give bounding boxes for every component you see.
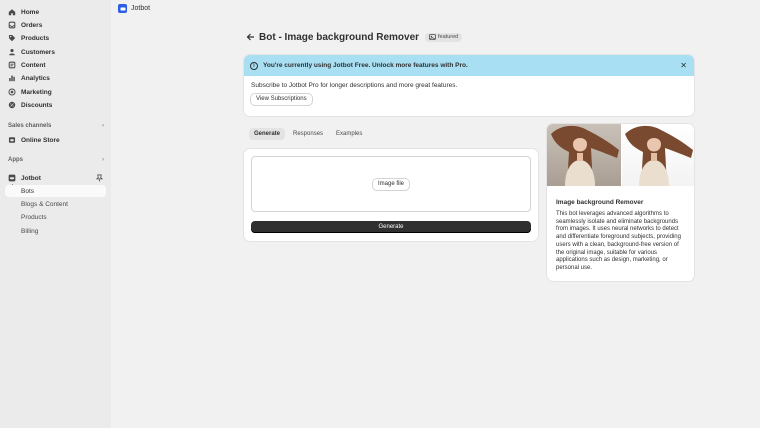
target-icon bbox=[8, 88, 16, 96]
sidebar-subitem-blogs-content[interactable]: Blogs & Content bbox=[5, 198, 106, 210]
pin-icon[interactable] bbox=[96, 174, 103, 182]
banner-body: Subscribe to Jotbot Pro for longer descr… bbox=[244, 76, 694, 111]
featured-badge: featured bbox=[425, 32, 463, 42]
person-icon bbox=[9, 48, 15, 56]
app-name: Jotbot bbox=[131, 5, 151, 12]
sidebar-item-label: Content bbox=[21, 61, 46, 69]
sidebar-item-analytics[interactable]: Analytics bbox=[5, 72, 106, 84]
sidebar-item-label: Orders bbox=[21, 21, 43, 29]
sidebar-item-label: Blogs & Content bbox=[21, 200, 68, 208]
sidebar-item-products[interactable]: Products bbox=[5, 32, 106, 44]
upgrade-banner: i You're currently using Jotbot Free. Un… bbox=[244, 55, 694, 116]
sidebar-item-label: Online Store bbox=[21, 136, 60, 144]
banner-title: You're currently using Jotbot Free. Unlo… bbox=[263, 62, 468, 69]
jotbot-logo-icon bbox=[118, 4, 127, 13]
card-description: This bot leverages advanced algorithms t… bbox=[556, 211, 681, 271]
sidebar-item-marketing[interactable]: Marketing bbox=[5, 86, 106, 98]
sidebar-item-online-store[interactable]: Online Store bbox=[5, 134, 106, 146]
sidebar-item-jotbot[interactable]: Jotbot bbox=[5, 172, 106, 184]
sidebar-item-home[interactable]: Home bbox=[5, 6, 106, 18]
discount-icon bbox=[8, 101, 16, 109]
orders-icon bbox=[8, 21, 16, 29]
sidebar-item-label: Billing bbox=[21, 227, 39, 235]
chevron-right-icon: › bbox=[102, 157, 104, 163]
page-header: Bot - Image background Remover featured bbox=[244, 30, 694, 44]
chart-bar-icon bbox=[9, 75, 15, 82]
back-arrow-icon[interactable] bbox=[244, 31, 256, 43]
sidebar-item-label: Products bbox=[21, 213, 47, 221]
sidebar-item-label: Discounts bbox=[21, 101, 53, 109]
image-dropzone[interactable]: Image file bbox=[251, 156, 531, 212]
content-icon bbox=[8, 61, 16, 69]
sidebar-subitem-products[interactable]: Products bbox=[5, 211, 106, 223]
section-heading-label: Sales channels bbox=[8, 123, 52, 129]
preview-image bbox=[547, 124, 694, 186]
tabs: Generate Responses Examples bbox=[249, 128, 370, 140]
sidebar-item-label: Home bbox=[21, 8, 40, 16]
image-file-button[interactable]: Image file bbox=[372, 178, 409, 190]
sidebar: Home Orders Products Customers Content A… bbox=[0, 0, 111, 428]
tag-icon bbox=[8, 34, 16, 42]
badge-label: featured bbox=[438, 34, 459, 40]
tab-examples[interactable]: Examples bbox=[331, 128, 367, 140]
sidebar-item-label: Jotbot bbox=[21, 174, 41, 182]
sidebar-subitem-bots[interactable]: Bots bbox=[5, 185, 106, 197]
apps-heading[interactable]: Apps › bbox=[8, 155, 104, 165]
sidebar-item-customers[interactable]: Customers bbox=[5, 46, 106, 58]
chevron-right-icon: › bbox=[102, 123, 104, 129]
page-title: Bot - Image background Remover bbox=[259, 31, 420, 43]
sales-channels-heading[interactable]: Sales channels › bbox=[8, 121, 104, 131]
sidebar-item-label: Bots bbox=[21, 187, 35, 195]
sidebar-subitem-billing[interactable]: Billing bbox=[5, 225, 106, 237]
info-icon: i bbox=[250, 61, 258, 70]
tab-responses[interactable]: Responses bbox=[288, 128, 328, 140]
banner-text: Subscribe to Jotbot Pro for longer descr… bbox=[251, 82, 458, 89]
section-heading-label: Apps bbox=[8, 157, 23, 163]
sidebar-item-discounts[interactable]: Discounts bbox=[5, 99, 106, 111]
close-icon[interactable]: ✕ bbox=[680, 61, 687, 70]
view-subscriptions-button[interactable]: View Subscriptions bbox=[251, 94, 312, 105]
sidebar-item-content[interactable]: Content bbox=[5, 59, 106, 71]
badge-icon bbox=[429, 34, 436, 40]
store-icon bbox=[8, 137, 16, 143]
sidebar-item-label: Marketing bbox=[21, 88, 52, 96]
card-title: Image background Remover bbox=[556, 199, 644, 206]
sidebar-item-orders[interactable]: Orders bbox=[5, 19, 106, 31]
sidebar-item-label: Analytics bbox=[21, 74, 50, 82]
jotbot-icon bbox=[8, 174, 16, 182]
bot-info-card: Image background Remover This bot levera… bbox=[547, 124, 694, 281]
banner-header: i You're currently using Jotbot Free. Un… bbox=[244, 55, 694, 76]
home-icon bbox=[8, 9, 16, 16]
sidebar-item-label: Products bbox=[21, 34, 50, 42]
tab-generate[interactable]: Generate bbox=[249, 128, 286, 140]
sidebar-item-label: Customers bbox=[21, 48, 55, 56]
generate-button[interactable]: Generate bbox=[251, 221, 531, 233]
app-topbar: Jotbot bbox=[111, 0, 760, 17]
generate-card: Image file Generate bbox=[244, 149, 538, 241]
